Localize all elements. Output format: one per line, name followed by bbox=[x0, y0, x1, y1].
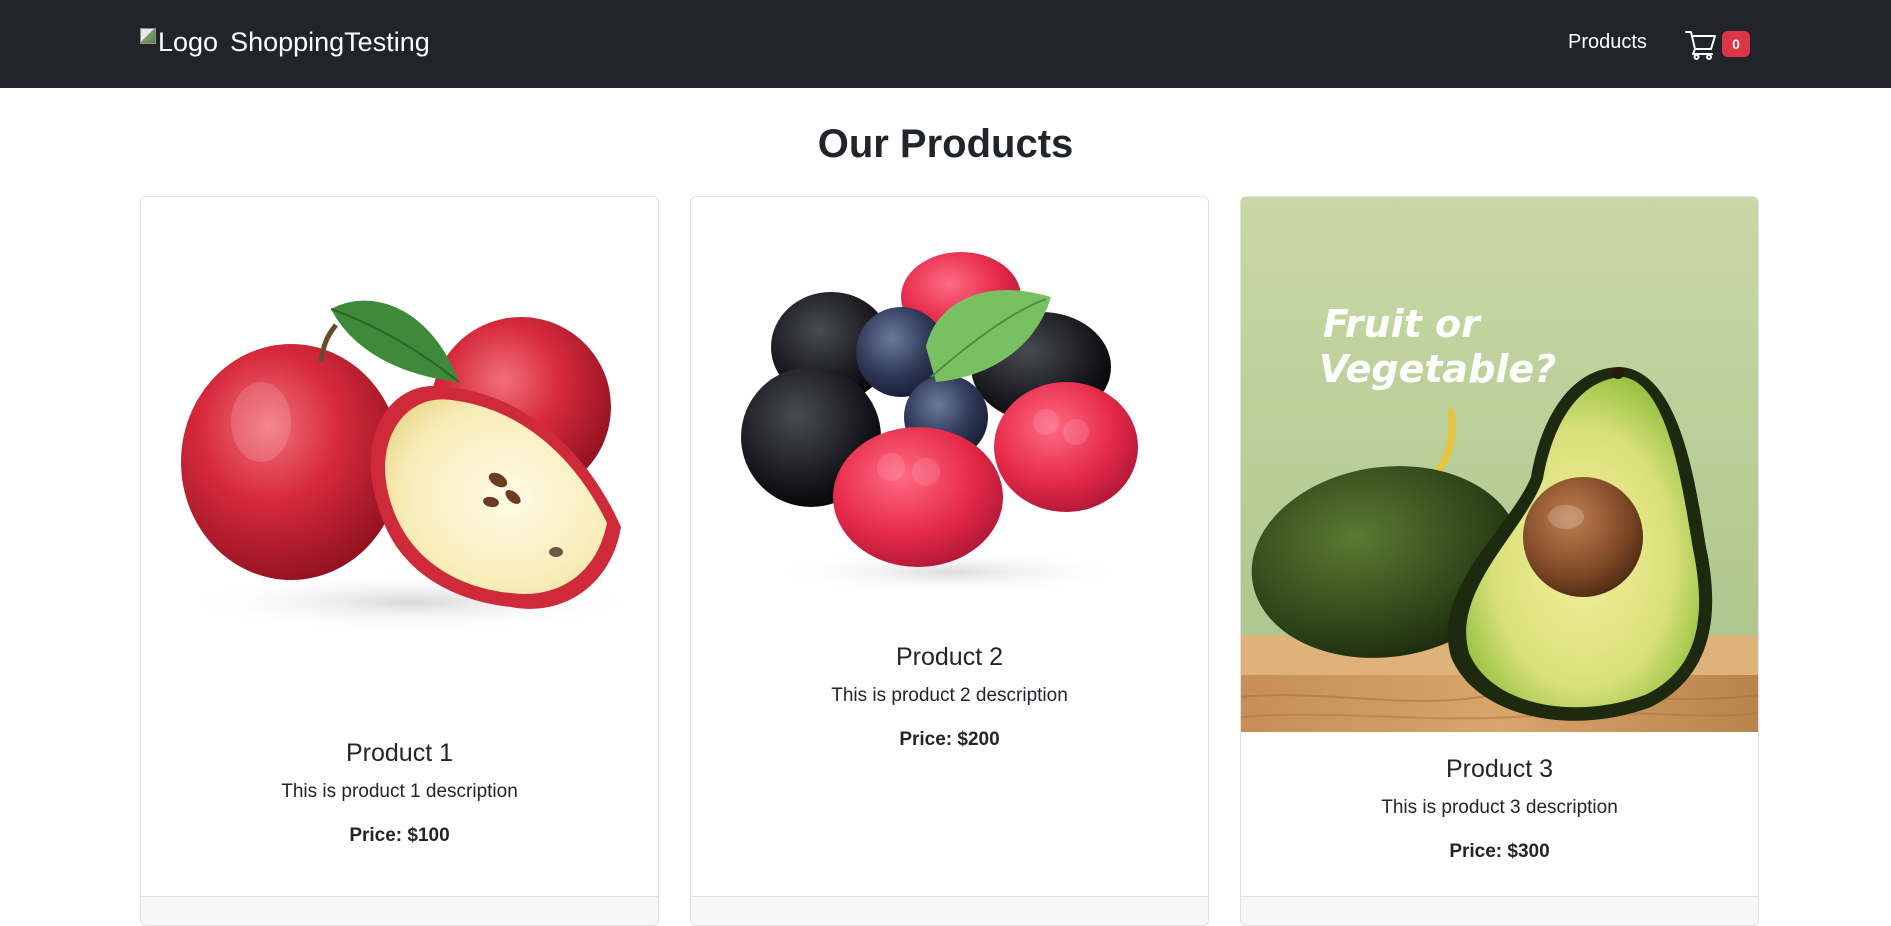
product-card-footer bbox=[141, 896, 658, 925]
product-card-body: Product 2 This is product 2 description … bbox=[691, 641, 1208, 753]
product-price: Price: $200 bbox=[691, 727, 1208, 753]
brand-name: ShoppingTesting bbox=[230, 27, 430, 57]
product-price: Price: $100 bbox=[141, 823, 658, 849]
product-card-body: Product 3 This is product 3 description … bbox=[1241, 753, 1758, 865]
product-price: Price: $300 bbox=[1241, 839, 1758, 865]
brand-link[interactable]: Logo ShoppingTesting bbox=[140, 24, 430, 60]
product-card[interactable]: Product 2 This is product 2 description … bbox=[690, 196, 1209, 926]
cart-button[interactable]: 0 bbox=[1684, 26, 1752, 62]
product-description: This is product 2 description bbox=[831, 685, 1068, 706]
price-value: $300 bbox=[1507, 841, 1550, 862]
mixed-berries-image bbox=[691, 197, 1208, 631]
top-navbar: Logo ShoppingTesting Products 0 bbox=[0, 0, 1891, 88]
product-description: This is product 3 description bbox=[1381, 797, 1618, 818]
image-caption-line-2: Vegetable? bbox=[1319, 347, 1556, 391]
product-card-body: Product 1 This is product 1 description … bbox=[141, 737, 658, 849]
product-card[interactable]: Fruit or Vegetable? Product 3 This is pr… bbox=[1240, 196, 1759, 926]
red-apples-image bbox=[141, 197, 658, 727]
shopping-cart-icon bbox=[1684, 27, 1718, 61]
cart-count-badge: 0 bbox=[1722, 31, 1750, 57]
broken-image-icon bbox=[140, 28, 156, 44]
price-value: $100 bbox=[407, 825, 450, 846]
product-name: Product 2 bbox=[895, 643, 1003, 671]
product-grid: Product 1 This is product 1 description … bbox=[140, 196, 1759, 926]
avocado-image: Fruit or Vegetable? bbox=[1241, 197, 1758, 732]
price-label: Price: bbox=[1449, 841, 1508, 862]
logo-alt-text: Logo bbox=[158, 27, 219, 57]
product-card[interactable]: Product 1 This is product 1 description … bbox=[140, 196, 659, 926]
logo-image: Logo bbox=[140, 24, 218, 60]
product-name: Product 1 bbox=[345, 739, 453, 767]
price-label: Price: bbox=[899, 729, 958, 750]
image-caption-line-1: Fruit or bbox=[1323, 302, 1482, 346]
product-name: Product 3 bbox=[1445, 755, 1553, 783]
product-description: This is product 1 description bbox=[281, 781, 518, 802]
product-card-footer bbox=[691, 896, 1208, 925]
price-value: $200 bbox=[957, 729, 1000, 750]
price-label: Price: bbox=[349, 825, 408, 846]
product-card-footer bbox=[1241, 896, 1758, 925]
nav-link-products[interactable]: Products bbox=[1568, 28, 1647, 56]
page-title: Our Products bbox=[817, 122, 1074, 166]
